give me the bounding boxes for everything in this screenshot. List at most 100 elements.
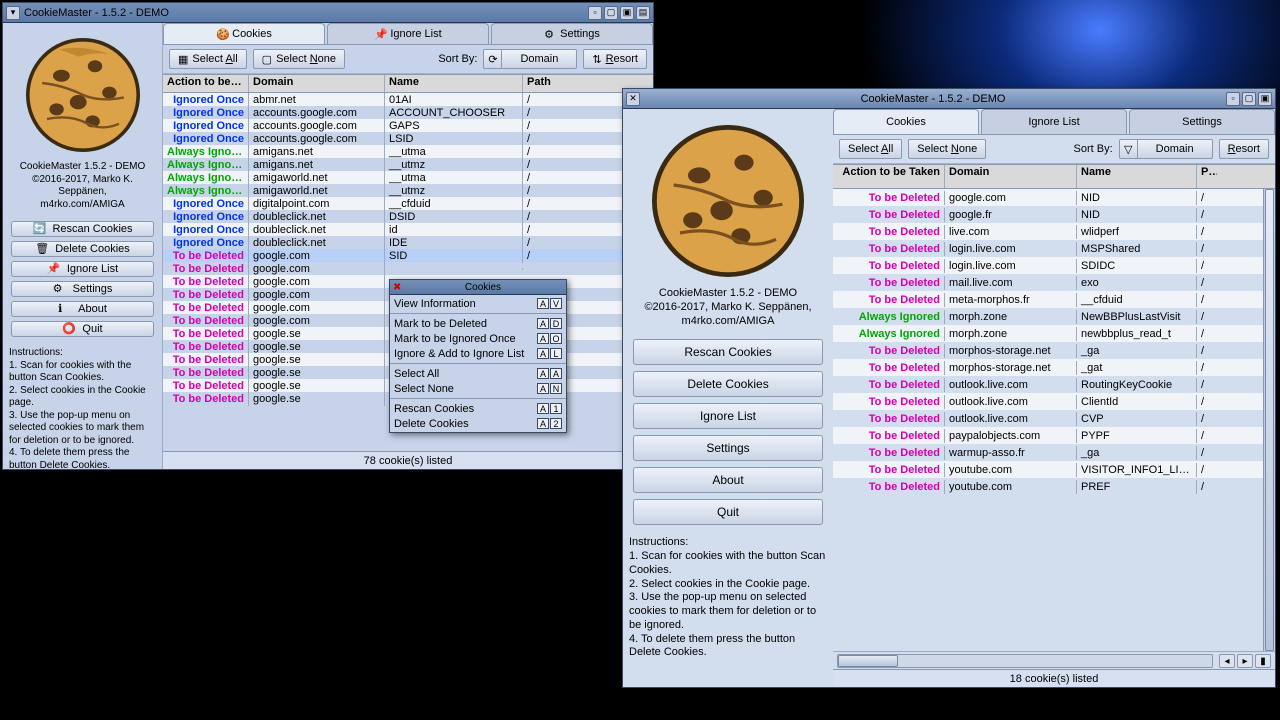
table-header[interactable]: Action to be Taken Domain Name Path: [163, 75, 653, 93]
table-row[interactable]: Ignored Onceabmr.net01AI/: [163, 93, 641, 106]
table-row[interactable]: To be Deletedoutlook.live.comClientId/: [833, 393, 1263, 410]
close-button[interactable]: ▤: [636, 6, 650, 20]
delete-cookies-button[interactable]: Delete Cookies: [633, 371, 823, 397]
rescan-cookies-button[interactable]: 🔄 Rescan Cookies: [11, 221, 154, 237]
scroll-thumb[interactable]: [1265, 189, 1274, 651]
zoom-button[interactable]: ▢: [604, 6, 618, 20]
col-path[interactable]: Pa: [1197, 165, 1217, 188]
cell-name: wlidperf: [1077, 225, 1197, 239]
table-row[interactable]: To be Deletedoutlook.live.comRoutingKeyC…: [833, 376, 1263, 393]
context-menu-titlebar[interactable]: ✖ Cookies: [390, 280, 566, 295]
table-row[interactable]: Always Ignoredamigans.net__utmz/: [163, 158, 641, 171]
cell-domain: google.se: [249, 327, 385, 341]
delete-cookies-button[interactable]: 🗑 Delete Cookies: [11, 241, 154, 257]
tab-settings[interactable]: ⚙ Settings: [491, 23, 653, 44]
table-row[interactable]: Ignored Oncedigitalpoint.com__cfduid/: [163, 197, 641, 210]
table-header[interactable]: Action to be Taken Domain Name Pa: [833, 165, 1275, 189]
table-row[interactable]: To be Deletedoutlook.live.comCVP/: [833, 410, 1263, 427]
table-row[interactable]: To be Deletedgoogle.comSID/: [163, 249, 641, 262]
zoom-button[interactable]: ▢: [1242, 92, 1256, 106]
iconify-button[interactable]: ▫: [1226, 92, 1240, 106]
ctx-rescan[interactable]: Rescan Cookies A1: [390, 401, 566, 416]
col-domain[interactable]: Domain: [249, 75, 385, 92]
table-row[interactable]: To be Deletedlogin.live.comMSPShared/: [833, 240, 1263, 257]
cell-action: Ignored Once: [163, 93, 249, 107]
settings-button[interactable]: Settings: [633, 435, 823, 461]
about-button[interactable]: ℹ About: [11, 301, 154, 317]
ctx-select-none[interactable]: Select None AN: [390, 381, 566, 396]
table-row[interactable]: Ignored Onceaccounts.google.comLSID/: [163, 132, 641, 145]
table-row[interactable]: To be Deletedgoogle.comNID/: [833, 189, 1263, 206]
ctx-view-info[interactable]: View Information AV: [390, 296, 566, 311]
col-action[interactable]: Action to be Taken: [833, 165, 945, 188]
ctx-mark-delete[interactable]: Mark to be Deleted AD: [390, 316, 566, 331]
quit-button[interactable]: ⭕ Quit: [11, 321, 154, 337]
table-row[interactable]: To be Deletedpaypalobjects.comPYPF/: [833, 427, 1263, 444]
table-row[interactable]: To be Deletedgoogle.frNID/: [833, 206, 1263, 223]
sort-by-cycle[interactable]: ⟳ Domain: [483, 49, 577, 69]
ctx-select-all[interactable]: Select All AA: [390, 366, 566, 381]
table-row[interactable]: Always Ignoredmorph.zonenewbbplus_read_t…: [833, 325, 1263, 342]
ctx-ignore-add-list[interactable]: Ignore & Add to Ignore List AL: [390, 346, 566, 361]
table-row[interactable]: To be Deletedmorphos-storage.net_ga/: [833, 342, 1263, 359]
table-row[interactable]: Always Ignoredamigaworld.net__utmz/: [163, 184, 641, 197]
about-button[interactable]: About: [633, 467, 823, 493]
resort-button[interactable]: Resort: [1219, 139, 1269, 159]
col-domain[interactable]: Domain: [945, 165, 1077, 188]
table-row[interactable]: Ignored Oncedoubleclick.netid/: [163, 223, 641, 236]
table-row[interactable]: To be Deletedmail.live.comexo/: [833, 274, 1263, 291]
table-row[interactable]: Ignored Oncedoubleclick.netIDE/: [163, 236, 641, 249]
table-row[interactable]: To be Deletedyoutube.comPREF/: [833, 478, 1263, 495]
iconify-button[interactable]: ▫: [588, 6, 602, 20]
col-action[interactable]: Action to be Taken: [163, 75, 249, 92]
table-row[interactable]: Always Ignoredamigaworld.net__utma/: [163, 171, 641, 184]
depth-button[interactable]: ▣: [620, 6, 634, 20]
tab-cookies[interactable]: 🍪 Cookies: [163, 23, 325, 44]
table-row[interactable]: Ignored Oncedoubleclick.netDSID/: [163, 210, 641, 223]
scroll-right-button[interactable]: ▸: [1237, 654, 1253, 668]
table-row[interactable]: Ignored Onceaccounts.google.comACCOUNT_C…: [163, 106, 641, 119]
table-row[interactable]: Always Ignoredmorph.zoneNewBBPlusLastVis…: [833, 308, 1263, 325]
scroll-end-button[interactable]: ▮: [1255, 654, 1271, 668]
table-row[interactable]: Always Ignoredamigans.net__utma/: [163, 145, 641, 158]
select-none-button[interactable]: ▢ Select None: [253, 49, 345, 69]
ignore-list-button[interactable]: 📌 Ignore List: [11, 261, 154, 277]
table-row[interactable]: To be Deletedwarmup-asso.fr_ga/: [833, 444, 1263, 461]
vertical-scrollbar[interactable]: [1263, 189, 1275, 651]
tab-settings[interactable]: Settings: [1129, 109, 1275, 134]
table-row[interactable]: To be Deletedyoutube.comVISITOR_INFO1_LI…: [833, 461, 1263, 478]
col-name[interactable]: Name: [1077, 165, 1197, 188]
col-name[interactable]: Name: [385, 75, 523, 92]
depth-button[interactable]: ▣: [1258, 92, 1272, 106]
ctx-delete[interactable]: Delete Cookies A2: [390, 416, 566, 431]
resort-button[interactable]: ⇅ Resort: [583, 49, 647, 69]
tab-ignore-list[interactable]: Ignore List: [981, 109, 1127, 134]
settings-button[interactable]: ⚙ Settings: [11, 281, 154, 297]
window-menu-button[interactable]: ▾: [6, 6, 20, 20]
select-none-button[interactable]: Select None: [908, 139, 986, 159]
table-row[interactable]: To be Deletedgoogle.com: [163, 262, 641, 275]
close-icon[interactable]: ✖: [393, 282, 403, 293]
close-button[interactable]: ✕: [626, 92, 640, 106]
scroll-thumb[interactable]: [838, 655, 898, 667]
gear-icon: ⚙: [544, 28, 556, 40]
select-all-button[interactable]: ▦ Select All: [169, 49, 247, 69]
select-all-button[interactable]: Select All: [839, 139, 902, 159]
ctx-mark-ignore-once[interactable]: Mark to be Ignored Once AO: [390, 331, 566, 346]
tab-cookies[interactable]: Cookies: [833, 109, 979, 134]
sort-by-cycle[interactable]: ▽ Domain: [1119, 139, 1213, 159]
titlebar[interactable]: ✕ CookieMaster - 1.5.2 - DEMO ▫ ▢ ▣: [623, 89, 1275, 109]
tab-ignore-list[interactable]: 📌 Ignore List: [327, 23, 489, 44]
quit-button[interactable]: Quit: [633, 499, 823, 525]
titlebar[interactable]: ▾ CookieMaster - 1.5.2 - DEMO ▫ ▢ ▣ ▤: [3, 3, 653, 23]
scroll-left-button[interactable]: ◂: [1219, 654, 1235, 668]
gear-icon: ⚙: [53, 282, 67, 296]
rescan-cookies-button[interactable]: 🔄Rescan Cookies: [633, 339, 823, 365]
table-row[interactable]: To be Deletedmorphos-storage.net_gat/: [833, 359, 1263, 376]
table-row[interactable]: To be Deletedlogin.live.comSDIDC/: [833, 257, 1263, 274]
ignore-list-button[interactable]: Ignore List: [633, 403, 823, 429]
table-row[interactable]: To be Deletedlive.comwlidperf/: [833, 223, 1263, 240]
table-row[interactable]: To be Deletedmeta-morphos.fr__cfduid/: [833, 291, 1263, 308]
table-row[interactable]: Ignored Onceaccounts.google.comGAPS/: [163, 119, 641, 132]
horizontal-scrollbar[interactable]: [837, 654, 1213, 668]
